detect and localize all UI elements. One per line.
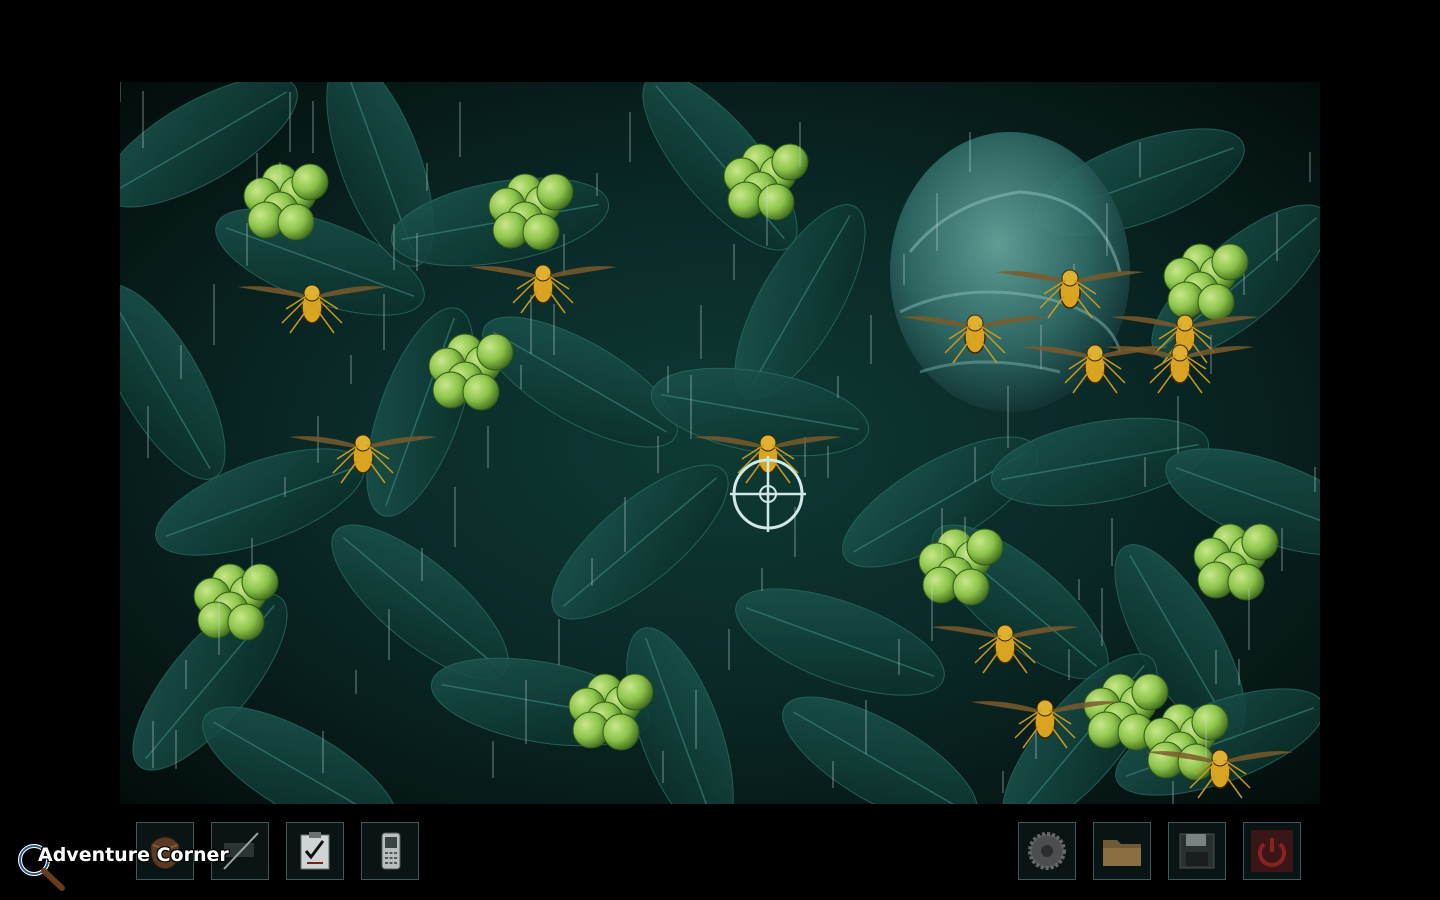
scene-artwork xyxy=(120,82,1320,804)
folder-icon xyxy=(1103,840,1141,866)
loquat-fruit xyxy=(1241,523,1279,561)
gear-icon xyxy=(1028,832,1066,870)
leaf xyxy=(120,284,226,480)
power-icon xyxy=(1251,830,1293,872)
phone-icon xyxy=(381,832,401,870)
loquat-fruit xyxy=(227,603,265,641)
loquat-fruit xyxy=(771,143,809,181)
game-scene[interactable] xyxy=(120,82,1320,804)
adventure-corner-logo: Adventure Corner xyxy=(14,838,229,892)
loquat-fruit xyxy=(602,713,640,751)
loquat-fruit xyxy=(1191,703,1229,741)
loquat-fruit xyxy=(1211,243,1249,281)
loquat-fruit xyxy=(952,568,990,606)
loquat-fruit xyxy=(1197,283,1235,321)
inventory-slot-phone[interactable] xyxy=(361,822,419,880)
floppy-disk-icon xyxy=(1179,833,1215,869)
logo-text: Adventure Corner xyxy=(38,844,229,866)
loquat-fruit xyxy=(1227,563,1265,601)
loquat-fruit xyxy=(291,163,329,201)
loquat-fruit xyxy=(616,673,654,711)
clipboard-icon xyxy=(300,832,330,870)
loquat-fruit xyxy=(1131,673,1169,711)
loquat-fruit xyxy=(522,213,560,251)
loquat-fruit xyxy=(966,528,1004,566)
save-button[interactable] xyxy=(1168,822,1226,880)
loquat-fruit xyxy=(476,333,514,371)
quit-button[interactable] xyxy=(1243,822,1301,880)
settings-button[interactable] xyxy=(1018,822,1076,880)
wasp[interactable] xyxy=(469,264,617,314)
inventory-slot-clipboard[interactable] xyxy=(286,822,344,880)
loquat-fruit xyxy=(536,173,574,211)
loquat-fruit xyxy=(241,563,279,601)
loquat-fruit xyxy=(757,183,795,221)
loquat-fruit xyxy=(277,203,315,241)
loquat-fruit xyxy=(462,373,500,411)
load-button[interactable] xyxy=(1093,822,1151,880)
